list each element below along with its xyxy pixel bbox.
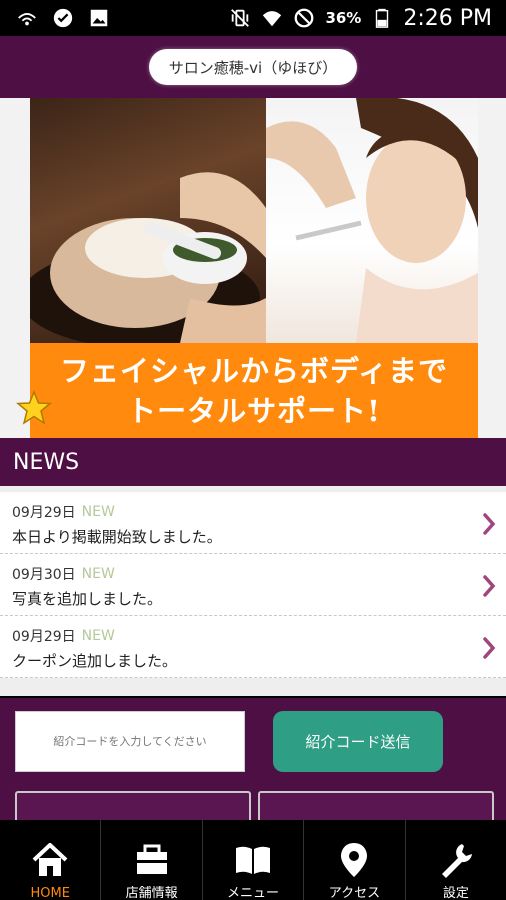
- nav-access[interactable]: アクセス: [304, 820, 406, 900]
- store-icon: [136, 844, 167, 874]
- news-text: 写真を追加しました。: [12, 590, 163, 608]
- book-icon: [236, 846, 271, 874]
- send-referral-button[interactable]: 紹介コード送信: [273, 711, 443, 772]
- therapist-illustration: [266, 98, 478, 343]
- nav-settings[interactable]: 設定: [406, 820, 506, 900]
- banner-caption-line1: フェイシャルからボディまで: [60, 353, 448, 388]
- wifi-icon: [263, 11, 282, 27]
- nav-home[interactable]: HOME: [0, 820, 102, 900]
- referral-code-input[interactable]: [15, 711, 245, 772]
- nav-label: HOME: [30, 886, 70, 900]
- new-badge: NEW: [81, 504, 115, 520]
- facial-treatment-photo: [30, 98, 266, 348]
- battery-percent: 36%: [325, 9, 362, 27]
- home-icon: [32, 843, 68, 876]
- menu-tile[interactable]: [258, 791, 494, 820]
- news-meta: 09月29日 NEW: [12, 626, 506, 646]
- news-item[interactable]: 09月29日 NEW 本日より掲載開始致しました。: [0, 492, 506, 554]
- news-text: 本日より掲載開始致しました。: [12, 528, 222, 546]
- check-circle-icon: [53, 8, 73, 28]
- news-meta: 09月30日 NEW: [12, 564, 506, 584]
- status-icons-left: [0, 7, 110, 29]
- new-badge: NEW: [81, 566, 115, 582]
- wifi-calling-icon: [18, 12, 36, 26]
- banner-caption-line2: トータルサポート!: [127, 393, 381, 428]
- clock: 2:26 PM: [403, 5, 492, 31]
- news-meta: 09月29日 NEW: [12, 502, 506, 522]
- banner-area: フェイシャルからボディまで トータルサポート!: [0, 98, 506, 438]
- nav-label: アクセス: [328, 886, 381, 900]
- nav-label: 設定: [442, 886, 469, 900]
- news-date: 09月30日: [12, 567, 76, 583]
- news-date: 09月29日: [12, 505, 76, 521]
- nav-label: メニュー: [227, 886, 280, 900]
- status-icons-right: 36% 2:26 PM: [229, 6, 506, 31]
- news-list: 09月29日 NEW 本日より掲載開始致しました。 09月30日 NEW 写真を…: [0, 486, 506, 696]
- wrench-icon: [441, 844, 472, 878]
- news-header: NEWS: [0, 438, 506, 486]
- chevron-right-icon: [483, 575, 496, 597]
- news-item[interactable]: 09月29日 NEW クーポン追加しました。: [0, 616, 506, 678]
- app-header: サロン癒穂-vi（ゆほび）: [0, 36, 506, 98]
- star-icon: [16, 390, 52, 425]
- battery-icon: [376, 8, 389, 28]
- chevron-right-icon: [483, 637, 496, 659]
- banner-caption: フェイシャルからボディまで トータルサポート!: [30, 343, 478, 438]
- salon-title: サロン癒穂-vi（ゆほび）: [148, 49, 358, 85]
- promo-banner[interactable]: フェイシャルからボディまで トータルサポート!: [30, 98, 478, 438]
- bottom-nav: HOME 店舗情報 メニュー アクセス 設定: [0, 820, 506, 900]
- new-badge: NEW: [81, 628, 115, 644]
- coupon-tile[interactable]: [15, 791, 251, 820]
- therapist-photo: [266, 98, 478, 343]
- news-item[interactable]: 09月30日 NEW 写真を追加しました。: [0, 554, 506, 616]
- referral-section: 紹介コード送信: [0, 698, 506, 820]
- vibrate-icon: [231, 9, 250, 27]
- image-icon: [90, 9, 108, 27]
- status-bar: 36% 2:26 PM: [0, 0, 506, 36]
- nav-store-info[interactable]: 店舗情報: [101, 820, 203, 900]
- map-pin-icon: [341, 843, 368, 877]
- nav-label: 店舗情報: [125, 886, 178, 900]
- block-icon: [295, 8, 314, 28]
- nav-menu[interactable]: メニュー: [203, 820, 305, 900]
- news-date: 09月29日: [12, 629, 76, 645]
- facial-treatment-illustration: [30, 172, 266, 348]
- news-text: クーポン追加しました。: [12, 652, 178, 670]
- chevron-right-icon: [483, 513, 496, 535]
